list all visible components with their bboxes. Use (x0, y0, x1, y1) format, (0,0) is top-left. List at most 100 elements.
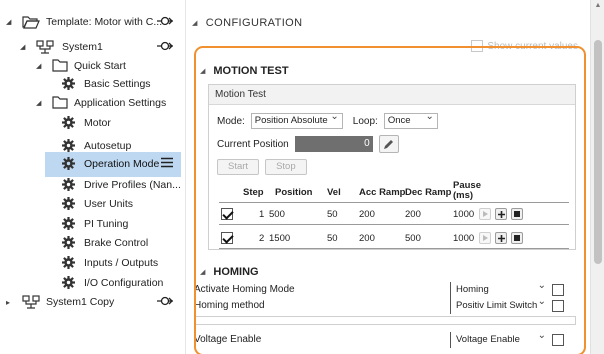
step-enable-checkbox[interactable] (221, 208, 233, 220)
column-header: Vel (327, 187, 341, 198)
expand-icon[interactable]: ◢ (200, 67, 205, 75)
tree-item-system1-copy[interactable]: ▸ System1 Copy (0, 290, 185, 315)
expand-icon[interactable]: ◢ (36, 99, 41, 107)
gear-icon (62, 197, 75, 213)
table-header-divider (219, 202, 569, 203)
table-row: 2 1500 50 200 500 1000 (219, 229, 569, 249)
network-icon (22, 295, 40, 312)
gear-icon (62, 157, 75, 173)
tree-item-label: Operation Mode (84, 158, 160, 170)
tree-item-label: Inputs / Outputs (84, 257, 159, 269)
dec-ramp-cell[interactable]: 200 (405, 209, 421, 220)
step-cell: 1 (259, 209, 265, 220)
show-current-values-toggle[interactable]: Show current values (471, 40, 578, 52)
play-step-button[interactable] (479, 208, 491, 220)
column-header: Step (243, 187, 264, 198)
play-icon (483, 235, 488, 241)
expand-icon[interactable]: ◢ (192, 19, 198, 27)
step-cell: 2 (259, 233, 265, 244)
show-current-values-label: Show current values (487, 40, 578, 52)
tree-item-label: Template: Motor with C... (46, 16, 163, 28)
scrollbar-thumb[interactable] (594, 40, 602, 264)
position-cell[interactable]: 500 (269, 209, 285, 220)
expand-icon[interactable]: ◢ (36, 62, 41, 70)
edit-position-button[interactable] (378, 135, 399, 153)
current-position-row: Current Position 0 (217, 135, 399, 153)
motion-test-panel-title: Motion Test (209, 85, 575, 105)
expand-icon[interactable]: ◢ (20, 43, 25, 51)
play-step-button[interactable] (479, 232, 491, 244)
homing-method-row: Homing method Positiv Limit Switch (194, 294, 574, 314)
loop-select[interactable]: Once (383, 110, 438, 129)
pencil-icon (384, 139, 394, 149)
tree-item-label: Basic Settings (84, 78, 151, 90)
acc-ramp-cell[interactable]: 200 (359, 209, 375, 220)
column-header: Dec Ramp (405, 187, 452, 198)
gear-icon (62, 116, 75, 132)
tree-item-label: PI Tuning (84, 218, 129, 230)
dec-ramp-cell[interactable]: 500 (405, 233, 421, 244)
start-stop-row: Start Stop (217, 159, 307, 175)
mode-select[interactable]: Position Absolute (250, 110, 343, 129)
column-header: Pause (ms) (453, 180, 481, 201)
homing-method-checkbox[interactable] (552, 300, 564, 312)
motion-test-title: MOTION TEST (213, 65, 289, 77)
hamburger-menu-icon[interactable] (161, 157, 173, 171)
vertical-scrollbar[interactable]: ▲ (590, 0, 604, 354)
current-position-value: 0 (294, 136, 373, 152)
configuration-panel: ◢ CONFIGURATION Show current values ◢ MO… (186, 0, 590, 354)
collapse-icon[interactable]: ▸ (6, 298, 10, 307)
remove-step-button[interactable] (511, 208, 523, 220)
step-enable-checkbox[interactable] (221, 232, 233, 244)
motion-test-header[interactable]: ◢ MOTION TEST (200, 65, 289, 77)
voltage-enable-checkbox[interactable] (552, 334, 564, 346)
stop-icon (514, 235, 520, 241)
homing-empty-field (194, 316, 576, 325)
vel-cell[interactable]: 50 (327, 209, 338, 220)
current-position-label: Current Position (217, 138, 289, 150)
expand-icon[interactable]: ◢ (6, 18, 11, 26)
tree-item-label: System1 (62, 41, 103, 53)
stop-button[interactable]: Stop (265, 159, 307, 175)
position-cell[interactable]: 1500 (269, 233, 290, 244)
voltage-enable-label: Voltage Enable (194, 334, 262, 345)
tree-item-label: User Units (84, 198, 134, 210)
scroll-up-icon[interactable]: ▲ (591, 0, 604, 12)
activate-homing-mode-select[interactable]: Homing (450, 278, 548, 298)
link-icon[interactable] (157, 40, 173, 55)
mode-label: Mode: (217, 115, 245, 127)
tree-item-template[interactable]: ◢ Template: Motor with C... (0, 10, 185, 35)
gear-icon (62, 256, 75, 272)
tree-item-label: I/O Configuration (84, 277, 164, 289)
link-icon[interactable] (157, 295, 173, 310)
pause-cell[interactable]: 1000 (453, 209, 474, 220)
homing-header[interactable]: ◢ HOMING (200, 266, 259, 278)
remove-step-button[interactable] (511, 232, 523, 244)
table-row: 1 500 50 200 200 1000 (219, 205, 569, 225)
voltage-enable-row: Voltage Enable Voltage Enable (194, 328, 574, 348)
column-header: Acc Ramp (359, 187, 406, 198)
add-step-button[interactable] (495, 232, 507, 244)
tree-item-label: Autosetup (84, 140, 132, 152)
mode-loop-row: Mode: Position Absolute Loop: Once (217, 110, 438, 129)
link-icon[interactable] (157, 15, 173, 30)
vel-cell[interactable]: 50 (327, 233, 338, 244)
show-current-values-checkbox[interactable] (471, 40, 484, 52)
activate-homing-mode-row: Activate Homing Mode Homing (194, 278, 574, 298)
add-step-button[interactable] (495, 208, 507, 220)
configuration-title: CONFIGURATION (205, 17, 303, 29)
acc-ramp-cell[interactable]: 200 (359, 233, 375, 244)
voltage-enable-select[interactable]: Voltage Enable (450, 328, 548, 348)
tree-item-motor[interactable]: Motor (0, 111, 185, 136)
homing-method-label: Homing method (194, 300, 265, 311)
start-button[interactable]: Start (217, 159, 260, 175)
configuration-header[interactable]: ◢ CONFIGURATION (192, 17, 302, 29)
plus-icon (497, 210, 505, 218)
activate-homing-mode-checkbox[interactable] (552, 284, 564, 296)
pause-cell[interactable]: 1000 (453, 233, 474, 244)
tree-item-label: Quick Start (74, 60, 126, 72)
homing-method-select[interactable]: Positiv Limit Switch (450, 294, 548, 314)
folder-icon (52, 96, 68, 112)
homing-title: HOMING (213, 266, 259, 278)
expand-icon[interactable]: ◢ (200, 268, 205, 276)
